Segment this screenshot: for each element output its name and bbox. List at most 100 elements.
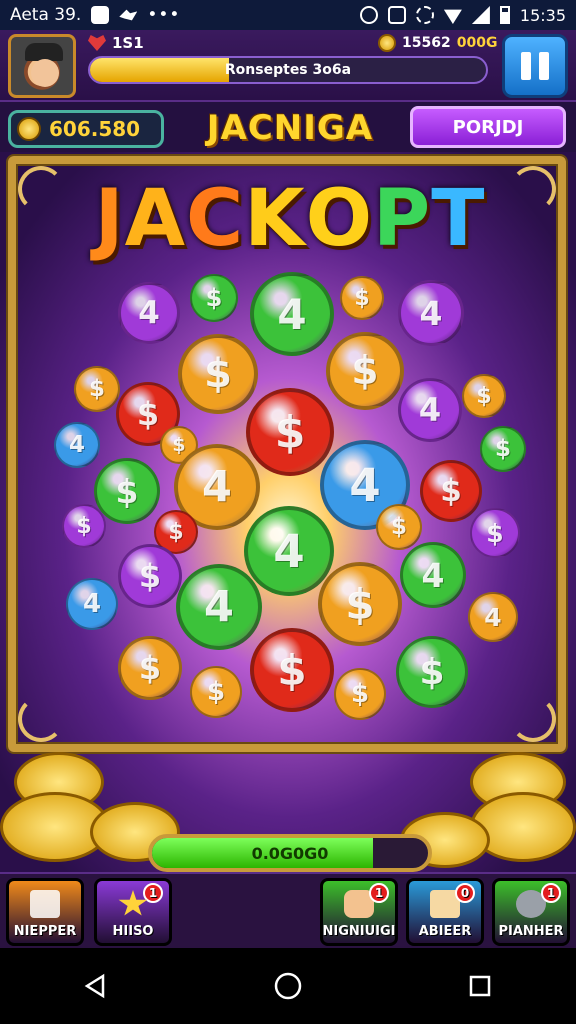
info-row: 606.580 JACNIGA PORJDJ [0, 102, 576, 152]
frame-corner [18, 166, 64, 212]
jackpot-title: JACKOPT [70, 174, 510, 264]
coin-stack-icon [17, 117, 41, 141]
tool-button-4[interactable]: 0 ABIEER [406, 878, 484, 946]
top-right-button[interactable]: PORJDJ [410, 106, 566, 148]
game-coin[interactable]: $ [118, 636, 182, 700]
game-coin[interactable]: $ [420, 460, 482, 522]
frame-corner [510, 166, 556, 212]
game-coin[interactable]: $ [470, 508, 520, 558]
coin-icon [378, 34, 396, 52]
bottom-toolbar: NIEPPER 1 HIISO 1 NIGNIUIGI 0 ABIEER 1 P… [0, 872, 576, 948]
game-coin[interactable]: 4 [250, 272, 334, 356]
settings-icon [415, 6, 434, 24]
nav-home-icon [274, 972, 302, 1000]
tool-badge: 1 [369, 883, 389, 903]
game-coin[interactable]: $ [118, 544, 182, 608]
pause-icon [521, 52, 531, 80]
tool-label: NIEPPER [13, 924, 77, 939]
tool-badge: 1 [541, 883, 561, 903]
notification-icon [91, 6, 110, 24]
game-coin[interactable]: $ [62, 504, 106, 548]
game-coin[interactable]: $ [190, 666, 242, 718]
level-text: 1S1 [112, 34, 144, 52]
tool-button-5[interactable]: 1 PIANHER [492, 878, 570, 946]
game-coin[interactable]: 4 [398, 378, 462, 442]
system-nav-bar [0, 948, 576, 1024]
jackpot-letter: A [124, 174, 186, 264]
game-coin[interactable]: $ [178, 334, 258, 414]
tool-button-1[interactable]: NIEPPER [6, 878, 84, 946]
jackpot-letter: C [186, 174, 245, 264]
balance-value: 606.580 [49, 117, 141, 141]
jackpot-letter: T [431, 174, 486, 264]
jackpot-letter: O [305, 174, 374, 264]
wifi-icon [443, 9, 462, 24]
alert-icon [387, 6, 406, 24]
game-coin[interactable]: $ [462, 374, 506, 418]
tool-label: HIISO [112, 924, 154, 939]
pause-button[interactable] [502, 34, 568, 98]
coins-gold-value: 000G [456, 35, 498, 51]
frame-corner [510, 696, 556, 742]
tool-label: ABIEER [418, 924, 472, 939]
frame-corner [18, 696, 64, 742]
game-coin[interactable]: $ [334, 668, 386, 720]
bird-icon [119, 9, 138, 21]
level-display: 1S1 [88, 34, 144, 52]
tool-label: NIGNIUIGI [322, 924, 396, 939]
game-coin[interactable]: $ [326, 332, 404, 410]
game-coin[interactable]: $ [190, 274, 238, 322]
game-coin[interactable]: $ [74, 366, 120, 412]
coins-display: 15562 000G [378, 34, 497, 52]
game-coin[interactable]: $ [396, 636, 468, 708]
avatar-face [31, 59, 59, 87]
status-right: 15:35 [359, 5, 566, 25]
coins-value: 15562 [402, 35, 451, 51]
game-coin[interactable]: 4 [176, 564, 262, 650]
status-left-text: Aeta 39. [10, 5, 82, 25]
avatar[interactable] [8, 34, 76, 98]
nav-recents-button[interactable] [460, 966, 500, 1006]
game-coin[interactable]: 4 [468, 592, 518, 642]
nav-home-button[interactable] [268, 966, 308, 1006]
sync-icon [359, 6, 378, 24]
nav-back-button[interactable] [76, 966, 116, 1006]
game-coin[interactable]: $ [250, 628, 334, 712]
game-coin[interactable]: 4 [118, 282, 180, 344]
pause-icon-bar [539, 52, 549, 80]
nav-recents-icon [469, 975, 491, 997]
heart-icon [88, 35, 106, 51]
tool-badge: 0 [455, 883, 475, 903]
jackpot-progress-label: 0.0G0G0 [251, 843, 329, 863]
game-coin[interactable]: 4 [54, 422, 100, 468]
top-hud: 1S1 Ronseptes 3o6a 15562 000G [0, 30, 576, 102]
balance-display[interactable]: 606.580 [8, 110, 164, 148]
jackpot-letter: P [373, 174, 432, 264]
game-coin[interactable]: $ [340, 276, 384, 320]
more-icon: ••• [147, 5, 181, 25]
game-coin[interactable]: 4 [66, 578, 118, 630]
status-left: Aeta 39. ••• [10, 5, 180, 25]
game-coin[interactable]: $ [480, 426, 526, 472]
xp-bar: Ronseptes 3o6a [88, 56, 488, 84]
game-coin[interactable]: 4 [400, 542, 466, 608]
jackpot-progress-bar: 0.0G0G0 [148, 834, 432, 872]
jackpot-letter: K [244, 174, 306, 264]
xp-label: Ronseptes 3o6a [224, 62, 352, 78]
tool-button-2[interactable]: 1 HIISO [94, 878, 172, 946]
nav-back-icon [84, 973, 105, 999]
game-coin[interactable]: $ [246, 388, 334, 476]
status-time: 15:35 [519, 5, 566, 25]
game-coin[interactable]: $ [94, 458, 160, 524]
tool-label: PIANHER [498, 924, 564, 939]
status-bar: Aeta 39. ••• 15:35 [0, 0, 576, 30]
tool-button-3[interactable]: 1 NIGNIUIGI [320, 878, 398, 946]
jackpot-letter: J [94, 174, 125, 264]
game-coin[interactable]: $ [318, 562, 402, 646]
game-title: JACNIGA [206, 108, 374, 148]
signal-icon [471, 6, 490, 24]
game-coin[interactable]: $ [376, 504, 422, 550]
game-stage: JACKOPT 4 $4 $4 $ $ $ $ $4 $4 $ $4 4 $ $ $ $4 $ $ $4 $4 4 4 $ $… [0, 152, 576, 872]
game-coin[interactable]: 4 [244, 506, 334, 596]
game-coin[interactable]: 4 [398, 280, 464, 346]
